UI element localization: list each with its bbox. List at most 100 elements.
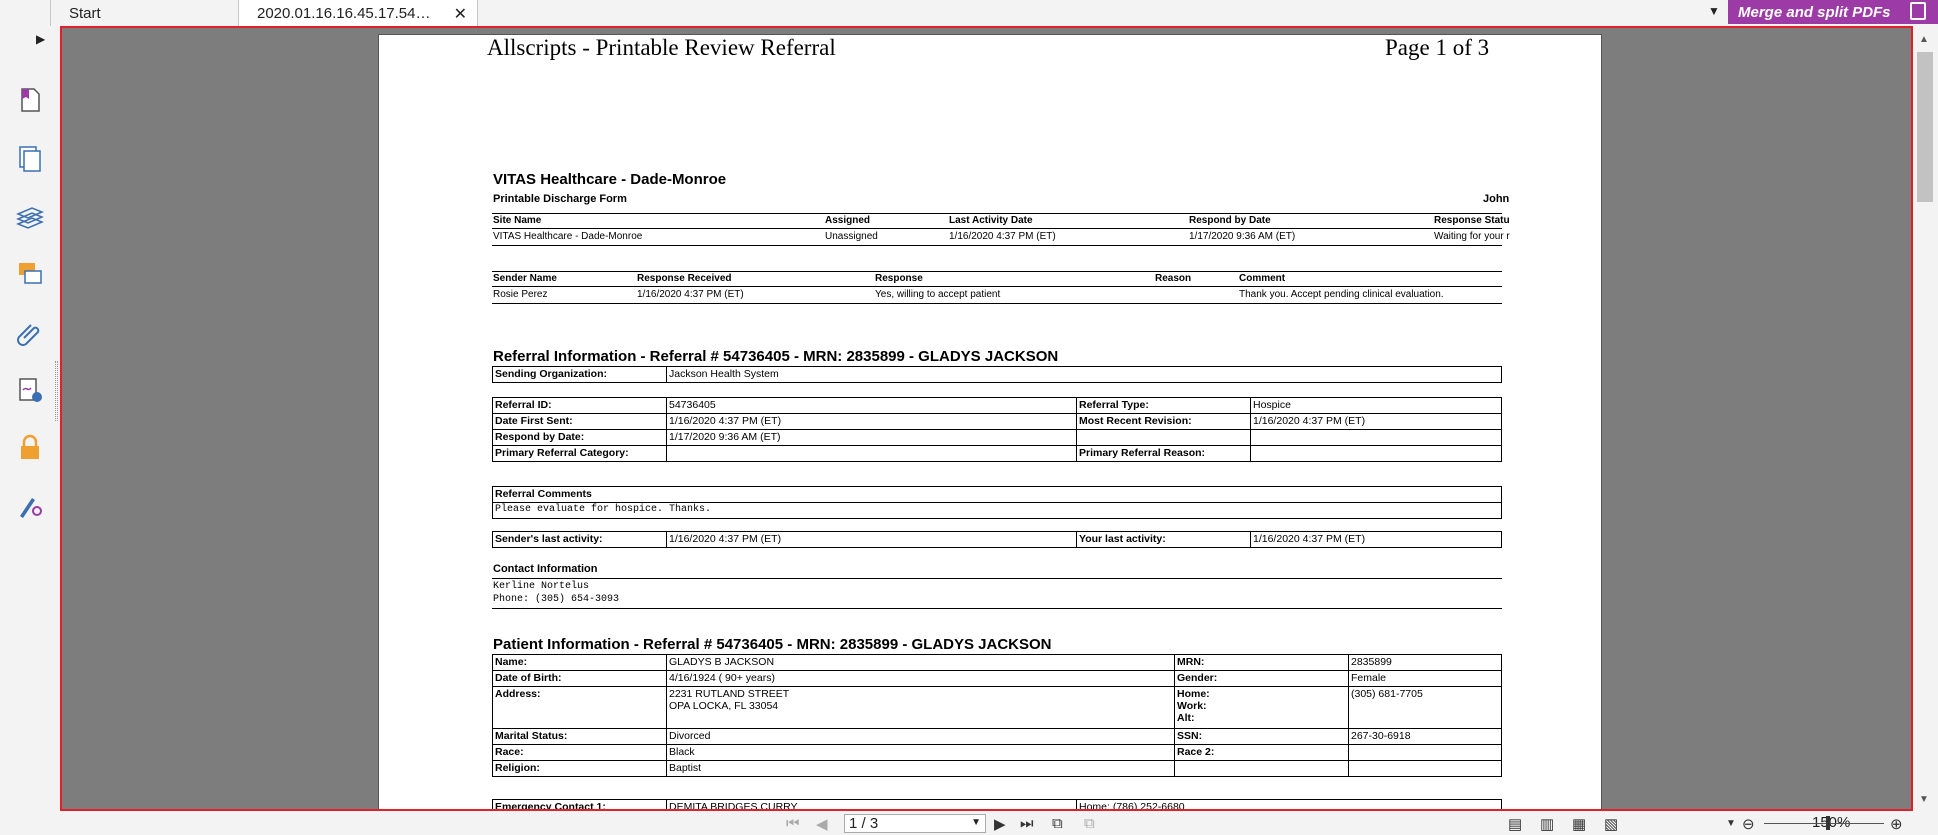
contact-phone: Phone: (305) 654-3093 — [493, 594, 620, 605]
dob-value: 4/16/1924 ( 90+ years) — [666, 670, 1175, 687]
empty-cell — [1174, 760, 1349, 777]
race-label: Race: — [492, 744, 667, 761]
page-number-input[interactable]: 1 / 3 ▼ — [844, 814, 986, 833]
next-view-icon[interactable]: ⧉ — [1084, 815, 1095, 832]
divider — [492, 608, 1502, 609]
status-bar: ⏮ ◀ 1 / 3 ▼ ▶ ⏭ ⧉ ⧉ ▤ ▥ ▦ ▧ 150% ▼ ⊖ ⊕ — [0, 811, 1938, 835]
pages-icon[interactable] — [16, 144, 44, 172]
site-cell-response-status: Waiting for your r — [1434, 231, 1510, 242]
referral-comments-table: Referral Comments Please evaluate for ho… — [492, 486, 1502, 519]
empty-cell — [1076, 429, 1251, 446]
your-last-activity-value: 1/16/2020 4:37 PM (ET) — [1250, 531, 1502, 548]
ssn-value: 267-30-6918 — [1348, 728, 1502, 745]
primary-reason-value — [1250, 445, 1502, 462]
emergency-table: Emergency Contact 1: DEMITA BRIDGES CURRY… — [492, 799, 1502, 809]
zoom-out-icon[interactable]: ⊖ — [1742, 815, 1755, 833]
date-first-sent-label: Date First Sent: — [492, 413, 667, 430]
marital-label: Marital Status: — [492, 728, 667, 745]
divider — [492, 286, 1502, 287]
religion-value: Baptist — [666, 760, 1175, 777]
divider — [492, 303, 1502, 304]
respond-by-label: Respond by Date: — [492, 429, 667, 446]
facing-view-icon[interactable]: ▦ — [1572, 815, 1586, 833]
most-recent-revision-value: 1/16/2020 4:37 PM (ET) — [1250, 413, 1502, 430]
site-header-last-activity: Last Activity Date — [949, 215, 1033, 226]
zoom-in-icon[interactable]: ⊕ — [1890, 815, 1903, 833]
divider — [492, 578, 1502, 579]
zoom-slider-thumb[interactable] — [1826, 816, 1830, 830]
referral-id-value: 54736405 — [666, 397, 1077, 414]
tab-start[interactable]: Start — [50, 0, 240, 26]
continuous-view-icon[interactable]: ▥ — [1540, 815, 1554, 833]
first-page-icon[interactable]: ⏮ — [786, 815, 800, 832]
scrollbar-thumb[interactable] — [1917, 52, 1933, 202]
most-recent-revision-label: Most Recent Revision: — [1076, 413, 1251, 430]
gender-label: Gender: — [1174, 670, 1349, 687]
zoom-slider-track[interactable] — [1764, 823, 1884, 824]
divider — [492, 271, 1502, 272]
sender-cell-response: Yes, willing to accept patient — [875, 289, 1001, 300]
previous-view-icon[interactable]: ⧉ — [1052, 815, 1063, 832]
site-header-site: Site Name — [493, 215, 542, 226]
respond-by-value: 1/17/2020 9:36 AM (ET) — [666, 429, 1077, 446]
ssn-label: SSN: — [1174, 728, 1349, 745]
security-lock-icon[interactable] — [16, 434, 44, 462]
single-page-view-icon[interactable]: ▤ — [1508, 815, 1522, 833]
primary-category-label: Primary Referral Category: — [492, 445, 667, 462]
signature-panel-icon[interactable] — [16, 376, 44, 404]
last-activity-table: Sender's last activity: 1/16/2020 4:37 PM… — [492, 531, 1502, 548]
merge-split-button[interactable]: Merge and split PDFs — [1728, 0, 1938, 24]
home-label: Home: — [1177, 688, 1210, 700]
your-last-activity-label: Your last activity: — [1076, 531, 1251, 548]
race2-value — [1348, 744, 1502, 761]
merge-split-label: Merge and split PDFs — [1738, 3, 1891, 21]
expand-panel-icon[interactable]: ▶ — [36, 32, 45, 46]
vertical-scrollbar[interactable]: ▲ ▼ — [1913, 26, 1938, 811]
name-label: Name: — [492, 654, 667, 671]
page-header-page: Page 1 of 3 — [1385, 35, 1490, 60]
patient-table: Name: GLADYS B JACKSON MRN: 2835899 Date of… — [492, 654, 1502, 777]
tab-list-dropdown-icon[interactable]: ▼ — [1708, 4, 1720, 18]
tab-document[interactable]: 2020.01.16.16.45.17.54… ✕ — [238, 0, 478, 26]
site-header-respond-by: Respond by Date — [1189, 215, 1271, 226]
marital-value: Divorced — [666, 728, 1175, 745]
divider — [492, 245, 1502, 246]
next-page-icon[interactable]: ▶ — [994, 815, 1006, 833]
site-header-assigned: Assigned — [825, 215, 871, 226]
certify-icon[interactable] — [16, 492, 44, 520]
scroll-up-icon[interactable]: ▲ — [1919, 34, 1929, 45]
address-line2: OPA LOCKA, FL 33054 — [669, 700, 779, 712]
address-value: 2231 RUTLAND STREET OPA LOCKA, FL 33054 — [666, 686, 1175, 729]
sender-header-received: Response Received — [637, 273, 732, 284]
site-cell-respond-by: 1/17/2020 9:36 AM (ET) — [1189, 231, 1296, 242]
previous-page-icon[interactable]: ◀ — [816, 815, 828, 833]
referral-type-label: Referral Type: — [1076, 397, 1251, 414]
sidebar-resize-handle[interactable] — [55, 361, 58, 421]
page-number-value: 1 / 3 — [849, 815, 879, 832]
scroll-down-icon[interactable]: ▼ — [1919, 794, 1929, 805]
page-thumbnail-icon[interactable] — [16, 86, 44, 114]
emergency-home: Home: (786) 252-6680 — [1076, 799, 1502, 809]
document-viewer[interactable]: Allscripts - Printable Review Referral P… — [60, 26, 1913, 811]
race2-label: Race 2: — [1174, 744, 1349, 761]
alt-label: Alt: — [1177, 712, 1195, 724]
continuous-facing-view-icon[interactable]: ▧ — [1604, 815, 1618, 833]
date-first-sent-value: 1/16/2020 4:37 PM (ET) — [666, 413, 1077, 430]
site-cell-last-activity: 1/16/2020 4:37 PM (ET) — [949, 231, 1056, 242]
tab-bar: Start 2020.01.16.16.45.17.54… ✕ ▼ Merge … — [0, 0, 1938, 26]
primary-reason-label: Primary Referral Reason: — [1076, 445, 1251, 462]
comments-icon[interactable] — [16, 260, 44, 288]
religion-label: Religion: — [492, 760, 667, 777]
name-value: GLADYS B JACKSON — [666, 654, 1175, 671]
close-icon[interactable]: ✕ — [454, 4, 467, 24]
zoom-dropdown-icon[interactable]: ▼ — [1726, 818, 1736, 829]
site-cell-assigned: Unassigned — [825, 231, 878, 242]
last-page-icon[interactable]: ⏭ — [1020, 815, 1034, 832]
sending-org-label: Sending Organization: — [492, 366, 667, 383]
emergency-label: Emergency Contact 1: — [492, 799, 667, 809]
referral-comments-label: Referral Comments — [492, 486, 1502, 503]
page-dropdown-icon[interactable]: ▼ — [971, 817, 981, 828]
attachments-icon[interactable] — [16, 318, 44, 346]
sender-last-activity-label: Sender's last activity: — [492, 531, 667, 548]
layers-icon[interactable] — [16, 202, 44, 230]
